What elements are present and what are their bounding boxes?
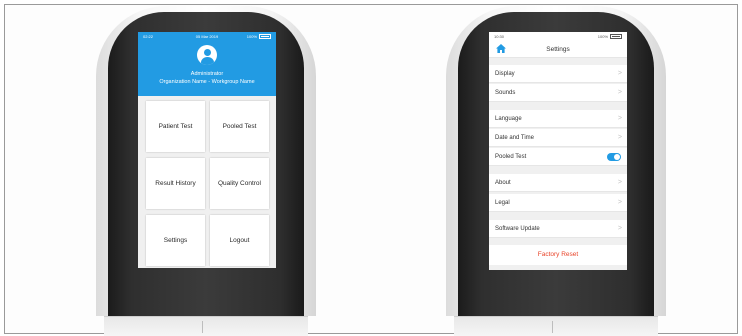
pooled-test-toggle[interactable]	[607, 153, 621, 161]
page-title: Settings	[546, 46, 570, 53]
battery-icon	[610, 34, 622, 40]
settings-row-about[interactable]: About >	[489, 174, 627, 192]
chevron-right-icon: >	[617, 134, 622, 141]
row-label: Pooled Test	[495, 154, 527, 160]
factory-reset-button[interactable]: Factory Reset	[489, 245, 627, 265]
settings-row-software-update[interactable]: Software Update >	[489, 220, 627, 238]
chevron-right-icon: >	[617, 225, 622, 232]
row-label: Software Update	[495, 226, 540, 232]
chevron-right-icon: >	[617, 179, 622, 186]
row-label: Date and Time	[495, 135, 535, 141]
chevron-right-icon: >	[617, 70, 622, 77]
settings-header: 10:30 100% Settings	[489, 32, 627, 58]
settings-row-display[interactable]: Display >	[489, 65, 627, 83]
chevron-right-icon: >	[617, 115, 622, 122]
settings-row-language[interactable]: Language >	[489, 110, 627, 128]
chevron-right-icon: >	[617, 89, 622, 96]
chevron-right-icon: >	[617, 199, 622, 206]
right-device-base	[454, 316, 658, 336]
row-label: Display	[495, 71, 515, 77]
settings-row-sounds[interactable]: Sounds >	[489, 84, 627, 102]
settings-row-pooled-test: Pooled Test	[489, 148, 627, 166]
status-bar: 10:30 100%	[489, 32, 627, 41]
status-battery: 100%	[598, 32, 622, 41]
settings-row-legal[interactable]: Legal >	[489, 194, 627, 212]
right-device: 10:30 100% Settings Display > Sounds > L…	[0, 0, 742, 336]
status-time: 10:30	[494, 34, 505, 39]
row-label: Language	[495, 116, 522, 122]
row-label: Sounds	[495, 90, 516, 96]
settings-row-date-time[interactable]: Date and Time >	[489, 129, 627, 147]
right-screen: 10:30 100% Settings Display > Sounds > L…	[489, 32, 627, 270]
row-label: Legal	[495, 200, 510, 206]
row-label: About	[495, 180, 511, 186]
